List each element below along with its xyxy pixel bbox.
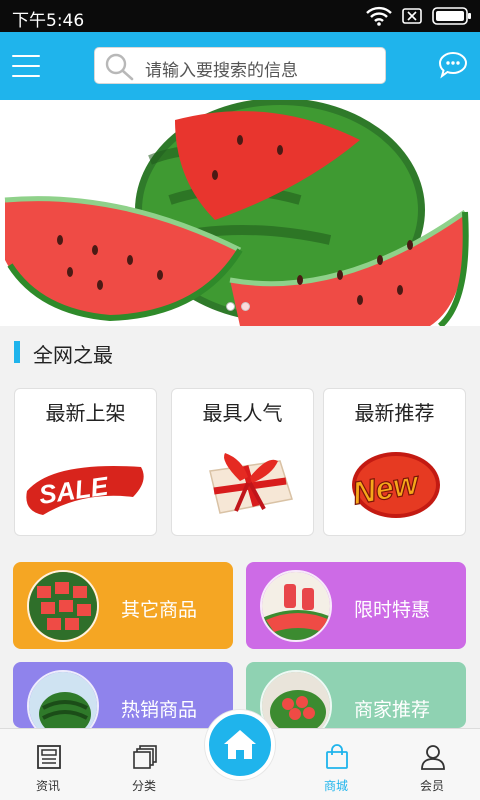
home-icon xyxy=(224,730,256,759)
no-sim-icon xyxy=(402,8,422,24)
nav-item-mall[interactable]: 商城 xyxy=(288,729,384,800)
tile-hot-sales[interactable]: 热销商品 xyxy=(13,662,233,742)
gift-box-image xyxy=(209,453,293,514)
tile-label: 商家推荐 xyxy=(354,699,431,721)
card-label: 最新上架 xyxy=(45,401,126,425)
section-title: 全网之最 xyxy=(33,343,113,367)
nav-label: 分类 xyxy=(131,779,156,793)
status-time: 下午5:46 xyxy=(12,11,85,31)
home-button[interactable] xyxy=(205,710,275,780)
tile-label: 热销商品 xyxy=(121,699,198,721)
card-popular[interactable]: 最具人气 xyxy=(171,388,314,536)
search-placeholder: 请输入要搜索的信息 xyxy=(145,61,298,81)
carousel-dot[interactable] xyxy=(241,302,250,311)
card-newest[interactable]: 最新上架 SALE xyxy=(14,388,157,536)
search-box[interactable]: 请输入要搜索的信息 xyxy=(94,47,386,84)
status-icons xyxy=(366,4,472,28)
card-label: 最新推荐 xyxy=(354,401,435,425)
section-header: 全网之最 xyxy=(0,326,480,378)
message-icon[interactable] xyxy=(438,50,468,80)
tile-merchant-recommend[interactable]: 商家推荐 xyxy=(246,662,466,742)
watermelon-banner-image xyxy=(4,100,469,326)
shopping-bag-icon xyxy=(326,744,348,769)
app-bar: 请输入要搜索的信息 xyxy=(0,32,480,100)
sale-image: SALE xyxy=(26,466,144,515)
card-recommended[interactable]: 最新推荐 New xyxy=(323,388,466,536)
menu-button[interactable] xyxy=(12,52,42,80)
watermelon-drink-thumb xyxy=(260,570,332,642)
nav-label: 会员 xyxy=(419,779,444,793)
nav-item-category[interactable]: 分类 xyxy=(96,729,192,800)
carousel-indicator xyxy=(226,302,250,311)
tile-label: 其它商品 xyxy=(121,599,198,621)
card-label: 最具人气 xyxy=(202,401,283,425)
featured-cards: 最新上架 SALE 最具人气 最新推荐 New xyxy=(14,388,466,536)
news-icon xyxy=(37,745,61,769)
tile-label: 限时特惠 xyxy=(354,599,431,621)
nav-label: 资讯 xyxy=(35,779,60,793)
new-badge-image: New xyxy=(349,452,440,518)
category-icon xyxy=(133,745,157,769)
nav-item-member[interactable]: 会员 xyxy=(384,729,480,800)
watermelon-cubes-thumb xyxy=(27,570,99,642)
tile-other-products[interactable]: 其它商品 xyxy=(13,562,233,649)
wifi-icon xyxy=(366,6,392,26)
carousel-dot[interactable] xyxy=(226,302,235,311)
nav-label: 商城 xyxy=(323,779,348,793)
user-icon xyxy=(421,745,445,770)
banner-carousel[interactable] xyxy=(0,100,480,326)
section-accent-bar xyxy=(14,341,20,363)
nav-item-news[interactable]: 资讯 xyxy=(0,729,96,800)
search-icon xyxy=(105,53,134,81)
tile-limited-offer[interactable]: 限时特惠 xyxy=(246,562,466,649)
battery-icon xyxy=(432,7,471,25)
status-bar: 下午5:46 xyxy=(0,0,480,32)
